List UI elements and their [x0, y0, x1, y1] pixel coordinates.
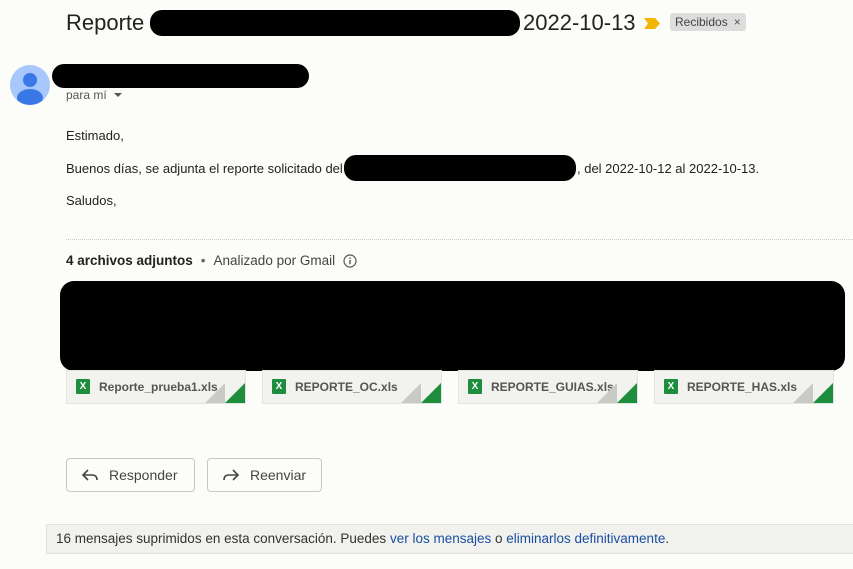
notice-text-mid: o	[491, 531, 507, 546]
redacted-sender-name	[52, 64, 309, 88]
scanned-by-gmail-text: Analizado por Gmail	[213, 253, 336, 268]
subject-date: 2022-10-13	[523, 10, 636, 35]
delete-permanently-link[interactable]: eliminarlos definitivamente	[506, 531, 665, 546]
attachment-tile[interactable]: X Reporte_prueba1.xls	[66, 370, 246, 404]
attachments-count: 4 archivos adjuntos	[66, 253, 193, 268]
notice-text-end: .	[665, 531, 670, 546]
redacted-attachment-previews	[60, 281, 845, 371]
reply-button[interactable]: Responder	[66, 458, 195, 492]
recipient-details[interactable]: para mí	[66, 88, 125, 102]
attachment-tile[interactable]: X REPORTE_GUIAS.xls	[458, 370, 638, 404]
page-fold-icon	[597, 383, 637, 403]
label-chip-text: Recibidos	[675, 15, 728, 29]
attachment-tile[interactable]: X REPORTE_HAS.xls	[654, 370, 834, 404]
body-line-end: , del 2022-10-12 al 2022-10-13.	[577, 161, 760, 176]
attachments-separator: •	[200, 253, 206, 268]
chevron-down-icon[interactable]	[111, 90, 125, 100]
forward-label: Reenviar	[250, 467, 307, 483]
suppressed-messages-notice: 16 mensajes suprimidos en esta conversac…	[46, 524, 853, 554]
attachment-tile[interactable]: X REPORTE_OC.xls	[262, 370, 442, 404]
redacted-subject	[150, 10, 520, 36]
info-icon[interactable]	[343, 253, 357, 268]
forward-arrow-icon	[223, 469, 240, 481]
divider	[66, 239, 853, 240]
attachment-filename: REPORTE_HAS.xls	[687, 380, 798, 394]
xls-file-icon: X	[272, 379, 286, 394]
page-fold-icon	[793, 383, 833, 403]
notice-text: 16 mensajes suprimidos en esta conversac…	[56, 531, 390, 546]
body-closing: Saludos,	[66, 193, 117, 208]
attachments-header: 4 archivos adjuntos • Analizado por Gmai…	[66, 253, 357, 268]
attachment-filename: Reporte_prueba1.xls	[99, 380, 218, 394]
forward-button[interactable]: Reenviar	[207, 458, 322, 492]
page-fold-icon	[401, 383, 441, 403]
body-greeting: Estimado,	[66, 128, 124, 143]
attachment-filename: REPORTE_GUIAS.xls	[491, 380, 614, 394]
reply-label: Responder	[109, 467, 178, 483]
to-text: para mí	[66, 88, 107, 102]
xls-file-icon: X	[664, 379, 678, 394]
xls-file-icon: X	[76, 379, 90, 394]
xls-file-icon: X	[468, 379, 482, 394]
body-line-start: Buenos días, se adjunta el reporte solic…	[66, 161, 343, 176]
page-fold-icon	[205, 383, 245, 403]
attachment-filename: REPORTE_OC.xls	[295, 380, 398, 394]
label-chip-inbox[interactable]: Recibidos ×	[670, 13, 746, 31]
reply-arrow-icon	[81, 469, 98, 481]
redacted-body-text	[344, 155, 576, 181]
remove-label-icon[interactable]: ×	[734, 13, 741, 31]
view-messages-link[interactable]: ver los mensajes	[390, 531, 491, 546]
subject-title: Reporte	[66, 10, 145, 35]
avatar[interactable]	[10, 65, 50, 105]
importance-marker-icon[interactable]	[644, 16, 660, 34]
